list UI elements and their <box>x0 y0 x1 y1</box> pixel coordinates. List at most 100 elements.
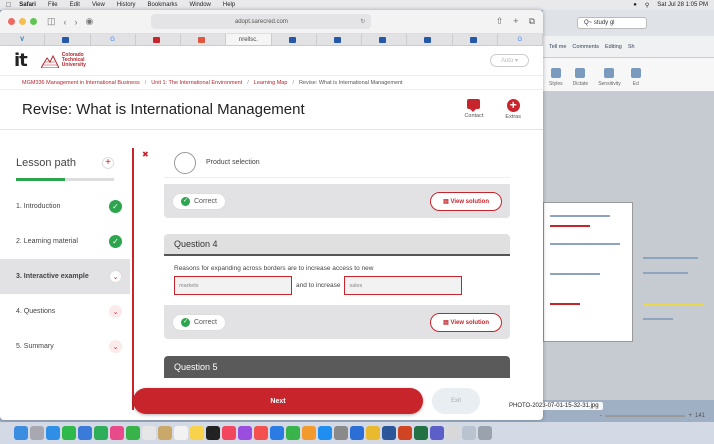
settings-icon[interactable] <box>334 426 348 440</box>
calendar-icon[interactable] <box>142 426 156 440</box>
tab[interactable]: V <box>0 34 46 45</box>
chrome-icon[interactable] <box>366 426 380 440</box>
lesson-item-questions[interactable]: 4. Questions ⌄ <box>0 294 130 329</box>
tv-icon[interactable] <box>206 426 220 440</box>
tab[interactable]: G <box>498 34 543 45</box>
blank-input-1[interactable]: markets <box>174 276 292 295</box>
word-icon[interactable] <box>382 426 396 440</box>
view-solution-button[interactable]: ▤ View solution <box>430 312 502 332</box>
close-window-button[interactable] <box>8 18 15 25</box>
address-bar[interactable]: adopt.sarecred.com ↻ <box>151 14 372 29</box>
embedded-screenshot[interactable] <box>543 202 633 342</box>
downloads-icon[interactable] <box>462 426 476 440</box>
ctu-logo[interactable]: Colorado Technical University <box>40 53 102 68</box>
tab[interactable] <box>136 34 181 45</box>
radio-button[interactable] <box>174 151 196 174</box>
contact-button[interactable]: Contact <box>464 99 483 120</box>
lesson-item-interactive-example[interactable]: 3. Interactive example ⌄ <box>0 259 130 294</box>
safari-icon[interactable] <box>46 426 60 440</box>
word-editing[interactable]: Editing <box>605 44 622 50</box>
tab[interactable] <box>362 34 408 45</box>
share-icon[interactable]: ⇧ <box>496 16 504 27</box>
menu-help[interactable]: Help <box>223 2 235 8</box>
minimize-window-button[interactable] <box>19 18 26 25</box>
word-editor-tool[interactable]: Ed <box>630 68 641 87</box>
notes-icon[interactable] <box>190 426 204 440</box>
tab[interactable] <box>407 34 453 45</box>
apple-icon[interactable]:  <box>6 2 11 9</box>
mail-icon[interactable] <box>78 426 92 440</box>
powerpoint-icon[interactable] <box>398 426 412 440</box>
photo-filename[interactable]: PHOTO-2023-07-01-15-32-31.jpg <box>505 402 603 410</box>
word-dictate-tool[interactable]: Dictate <box>573 68 588 87</box>
back-icon[interactable]: ‹ <box>64 17 67 27</box>
facetime-icon[interactable] <box>126 426 140 440</box>
keynote-icon[interactable] <box>270 426 284 440</box>
excel-icon[interactable] <box>414 426 428 440</box>
word-tell-me[interactable]: Tell me <box>549 44 566 50</box>
extras-button[interactable]: + Extras <box>505 99 521 121</box>
word-document-area[interactable] <box>543 92 714 400</box>
tab[interactable] <box>272 34 317 45</box>
wifi-icon[interactable]: ● <box>633 2 637 8</box>
it-logo[interactable]: it <box>14 50 28 71</box>
lesson-item-introduction[interactable]: 1. Introduction ✓ <box>0 189 130 224</box>
numbers-icon[interactable] <box>286 426 300 440</box>
trash-icon[interactable] <box>478 426 492 440</box>
menu-edit[interactable]: Edit <box>70 2 80 8</box>
lesson-item-learning-material[interactable]: 2. Learning material ✓ <box>0 224 130 259</box>
breadcrumb-learning-map[interactable]: Learning Map <box>254 80 288 86</box>
app-store-icon[interactable] <box>318 426 332 440</box>
clock[interactable]: Sat Jul 28 1:05 PM <box>657 2 708 8</box>
word-comments[interactable]: Comments <box>572 44 599 50</box>
zoom-track[interactable] <box>605 415 686 417</box>
exit-button[interactable]: Exit <box>432 388 480 414</box>
tab-active[interactable]: nrellsc. <box>226 34 272 45</box>
collapse-sidebar-icon[interactable]: ✖ <box>142 150 149 159</box>
expand-icon[interactable]: + <box>102 157 114 169</box>
music-icon[interactable] <box>222 426 236 440</box>
zoom-window-button[interactable] <box>30 18 37 25</box>
tab[interactable] <box>453 34 498 45</box>
menu-view[interactable]: View <box>92 2 105 8</box>
messages-icon[interactable] <box>62 426 76 440</box>
teams-icon[interactable] <box>430 426 444 440</box>
tab[interactable] <box>181 34 227 45</box>
tab-overview-icon[interactable]: ⧉ <box>529 16 535 27</box>
reload-icon[interactable]: ↻ <box>360 18 365 25</box>
podcasts-icon[interactable] <box>238 426 252 440</box>
language-select[interactable]: Auto ▾ <box>489 54 529 67</box>
finder-icon[interactable] <box>14 426 28 440</box>
menu-history[interactable]: History <box>117 2 136 8</box>
pages-icon[interactable] <box>302 426 316 440</box>
next-button[interactable]: Next <box>133 388 423 414</box>
shield-icon[interactable]: ◉ <box>86 16 94 27</box>
contacts-icon[interactable] <box>158 426 172 440</box>
news-icon[interactable] <box>254 426 268 440</box>
search-icon[interactable]: ⚲ <box>645 2 649 9</box>
lesson-item-summary[interactable]: 5. Summary ⌄ <box>0 329 130 364</box>
word-styles-tool[interactable]: Styles <box>549 68 563 87</box>
reminders-icon[interactable] <box>174 426 188 440</box>
preview-icon[interactable] <box>446 426 460 440</box>
tab[interactable]: G <box>91 34 136 45</box>
answer-option[interactable]: Product selection <box>164 148 510 178</box>
launchpad-icon[interactable] <box>30 426 44 440</box>
breadcrumb-course[interactable]: MGM336 Management in International Busin… <box>22 80 140 86</box>
menu-app[interactable]: Safari <box>19 2 36 8</box>
breadcrumb-unit[interactable]: Unit 1: The International Environment <box>151 80 242 86</box>
word-search-input[interactable]: Q~ study gl <box>577 17 647 29</box>
menu-window[interactable]: Window <box>190 2 211 8</box>
word-share[interactable]: Sh <box>628 44 635 50</box>
photos-icon[interactable] <box>110 426 124 440</box>
menu-bookmarks[interactable]: Bookmarks <box>148 2 178 8</box>
view-solution-button[interactable]: ▤ View solution <box>430 191 502 211</box>
tab[interactable] <box>45 34 91 45</box>
maps-icon[interactable] <box>94 426 108 440</box>
new-tab-icon[interactable]: + <box>513 16 518 27</box>
zoom-slider[interactable]: - + 141 <box>600 412 705 420</box>
blank-input-2[interactable]: sales <box>344 276 463 295</box>
forward-icon[interactable]: › <box>75 17 78 27</box>
sidebar-toggle-icon[interactable]: ◫ <box>47 16 56 27</box>
word-sensitivity-tool[interactable]: Sensitivity <box>598 68 621 87</box>
